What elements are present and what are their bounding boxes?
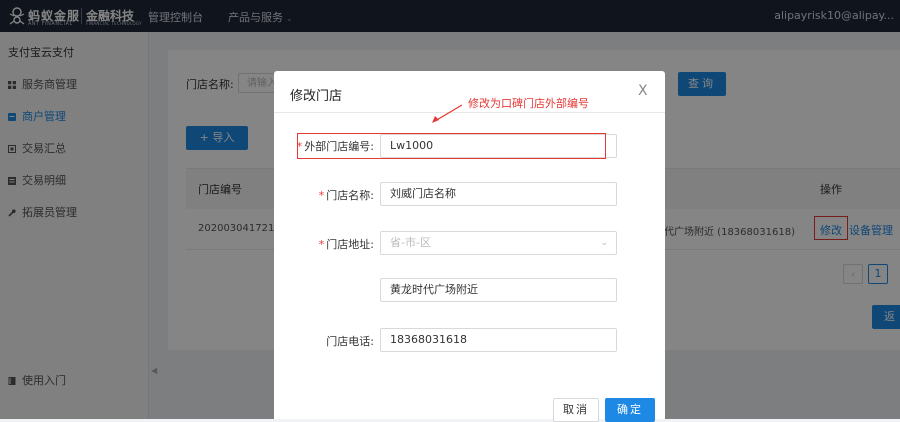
store-address-label-text: 门店地址: [326,238,374,251]
store-name-label-text: 门店名称: [326,189,374,202]
store-region-select[interactable]: 省-市-区 ⌄ [380,231,617,255]
annotation-text: 修改为口碑门店外部编号 [468,97,589,110]
annotation-arrow-icon [432,104,463,123]
store-address-label: * 门店地址: [319,236,374,252]
store-phone-label: 门店电话: [326,335,374,348]
store-region-placeholder: 省-市-区 [390,236,431,249]
store-name-label: * 门店名称: [319,187,374,203]
store-address-detail-input[interactable]: 黄龙时代广场附近 [380,278,617,302]
confirm-button[interactable]: 确定 [605,398,655,422]
required-mark: * [318,238,325,251]
modal-header-divider [274,112,665,113]
close-icon[interactable]: X [638,83,648,99]
modal-title: 修改门店 [290,89,343,104]
chevron-down-icon: ⌄ [600,238,608,248]
edit-store-modal: 修改门店 X 修改为口碑门店外部编号 * 外部门店编号: Lw1000 * 门店名称… [274,71,665,422]
cancel-button[interactable]: 取消 [553,398,599,422]
store-phone-input[interactable]: 18368031618 [380,328,617,352]
required-mark: * [318,189,325,202]
store-name-input[interactable]: 刘威门店名称 [380,182,617,206]
annotation-highlight-box [297,133,606,159]
